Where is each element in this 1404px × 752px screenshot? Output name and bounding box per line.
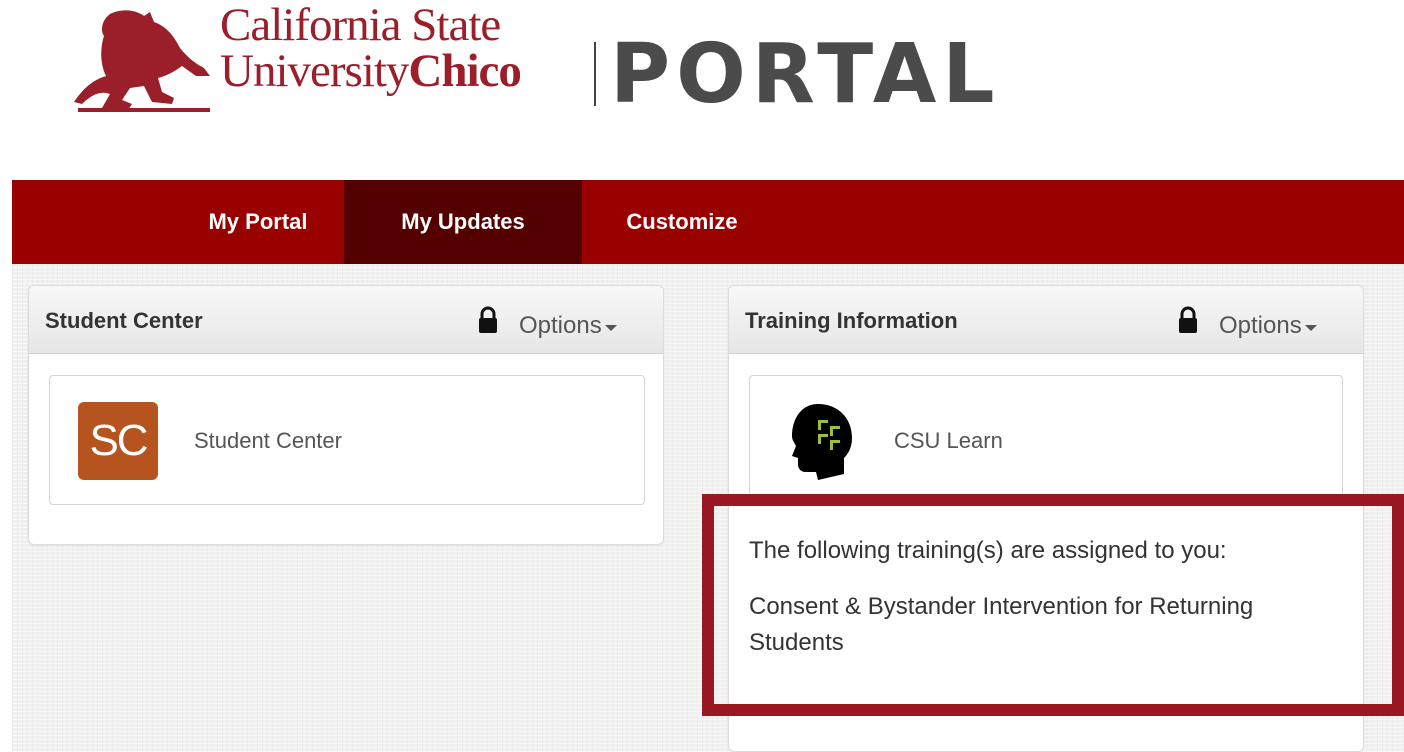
app-tile-student-center[interactable]: SC Student Center — [49, 375, 645, 505]
lock-icon — [479, 306, 497, 333]
portlet-title: Training Information — [745, 308, 958, 333]
tab-customize[interactable]: Customize — [582, 180, 782, 264]
tab-my-updates[interactable]: My Updates — [344, 180, 582, 264]
university-name-line1: California State — [220, 0, 501, 51]
university-name: California State UniversityChico — [220, 0, 522, 97]
training-information-portlet: Training Information Options CSU Learn T… — [728, 285, 1364, 752]
caret-down-icon — [1304, 325, 1317, 331]
training-intro: The following training(s) are assigned t… — [749, 537, 1227, 564]
options-dropdown[interactable]: Options — [519, 312, 617, 340]
options-label: Options — [1219, 312, 1302, 339]
caret-down-icon — [604, 325, 617, 331]
student-center-icon: SC — [78, 402, 158, 482]
options-label: Options — [519, 312, 602, 339]
tab-my-portal[interactable]: My Portal — [172, 180, 344, 264]
training-item: Consent & Bystander Intervention for Ret… — [749, 593, 1254, 656]
site-header: California State UniversityChico PORTAL — [0, 0, 1404, 180]
lock-icon — [1179, 306, 1197, 333]
app-label: Student Center — [194, 428, 342, 453]
portlet-header: Training Information Options — [729, 286, 1363, 354]
student-center-portlet: Student Center Options SC Student Center — [28, 285, 664, 545]
app-tile-csu-learn[interactable]: CSU Learn — [749, 375, 1343, 505]
options-dropdown[interactable]: Options — [1219, 312, 1317, 340]
wildcat-mascot-icon — [74, 10, 210, 112]
university-word: University — [220, 45, 409, 97]
training-assignment-text: The following training(s) are assigned t… — [749, 533, 1349, 661]
university-name-line2: UniversityChico — [220, 45, 522, 97]
sc-icon-text: SC — [78, 402, 158, 480]
portlet-header: Student Center Options — [29, 286, 663, 354]
logo-divider — [594, 42, 596, 106]
portlet-title: Student Center — [45, 308, 203, 333]
main-navbar: My Portal My Updates Customize — [12, 180, 1404, 264]
portal-wordmark: PORTAL — [610, 27, 1001, 122]
csu-learn-head-icon — [792, 404, 852, 480]
chico-word: Chico — [408, 45, 521, 97]
app-label: CSU Learn — [894, 428, 1003, 453]
